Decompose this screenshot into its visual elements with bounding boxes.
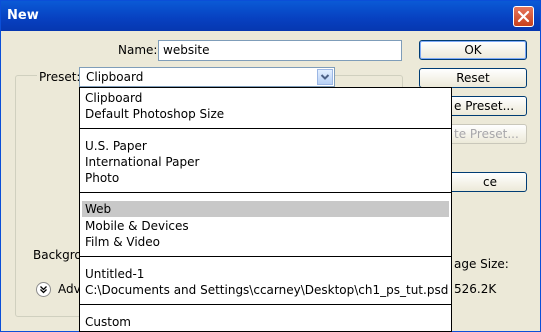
ok-button-label: OK bbox=[464, 43, 482, 57]
option-mobile-devices[interactable]: Mobile & Devices bbox=[85, 218, 189, 234]
option-untitled-1[interactable]: Untitled-1 bbox=[85, 266, 144, 282]
option-photo[interactable]: Photo bbox=[85, 170, 119, 186]
image-size-label: age Size: bbox=[454, 257, 509, 271]
option-us-paper[interactable]: U.S. Paper bbox=[85, 138, 147, 154]
separator bbox=[80, 256, 451, 257]
ok-button[interactable]: OK bbox=[419, 40, 527, 60]
save-preset-button-label: e Preset... bbox=[454, 99, 515, 113]
preset-dropdown-list: Clipboard Default Photoshop Size U.S. Pa… bbox=[79, 87, 452, 332]
option-clipboard[interactable]: Clipboard bbox=[85, 90, 142, 106]
close-icon bbox=[517, 10, 530, 23]
highlighted-option-background bbox=[82, 201, 449, 217]
delete-preset-button-label: te Preset... bbox=[454, 127, 519, 141]
name-input[interactable]: website bbox=[158, 40, 402, 61]
preset-select-value: Clipboard bbox=[86, 70, 144, 84]
separator bbox=[80, 304, 451, 305]
option-international-paper[interactable]: International Paper bbox=[85, 154, 199, 170]
close-button[interactable] bbox=[513, 6, 534, 27]
option-default-photoshop-size[interactable]: Default Photoshop Size bbox=[85, 106, 224, 122]
option-web[interactable]: Web bbox=[85, 201, 111, 217]
advanced-toggle[interactable] bbox=[36, 282, 51, 297]
reset-button-label: Reset bbox=[456, 71, 490, 85]
option-custom[interactable]: Custom bbox=[85, 314, 131, 330]
title-bar: New bbox=[1, 1, 540, 31]
separator bbox=[80, 128, 451, 129]
double-chevron-down-icon bbox=[40, 286, 47, 294]
chevron-down-icon bbox=[320, 74, 330, 80]
device-central-button-label: ce Central... bbox=[483, 175, 497, 189]
image-size-value: 526.2K bbox=[454, 282, 497, 296]
preset-label: Preset: bbox=[37, 70, 83, 84]
window-title: New bbox=[7, 8, 39, 23]
name-label: Name: bbox=[118, 43, 158, 57]
option-recent-file[interactable]: C:\Documents and Settings\ccarney\Deskto… bbox=[85, 282, 448, 298]
separator bbox=[80, 192, 451, 193]
preset-dropdown-button[interactable] bbox=[317, 69, 333, 85]
reset-button[interactable]: Reset bbox=[419, 68, 527, 88]
preset-select[interactable]: Clipboard bbox=[79, 67, 335, 87]
new-document-dialog: New Name: website OK Reset e Preset... t… bbox=[0, 0, 541, 332]
option-film-video[interactable]: Film & Video bbox=[85, 234, 160, 250]
